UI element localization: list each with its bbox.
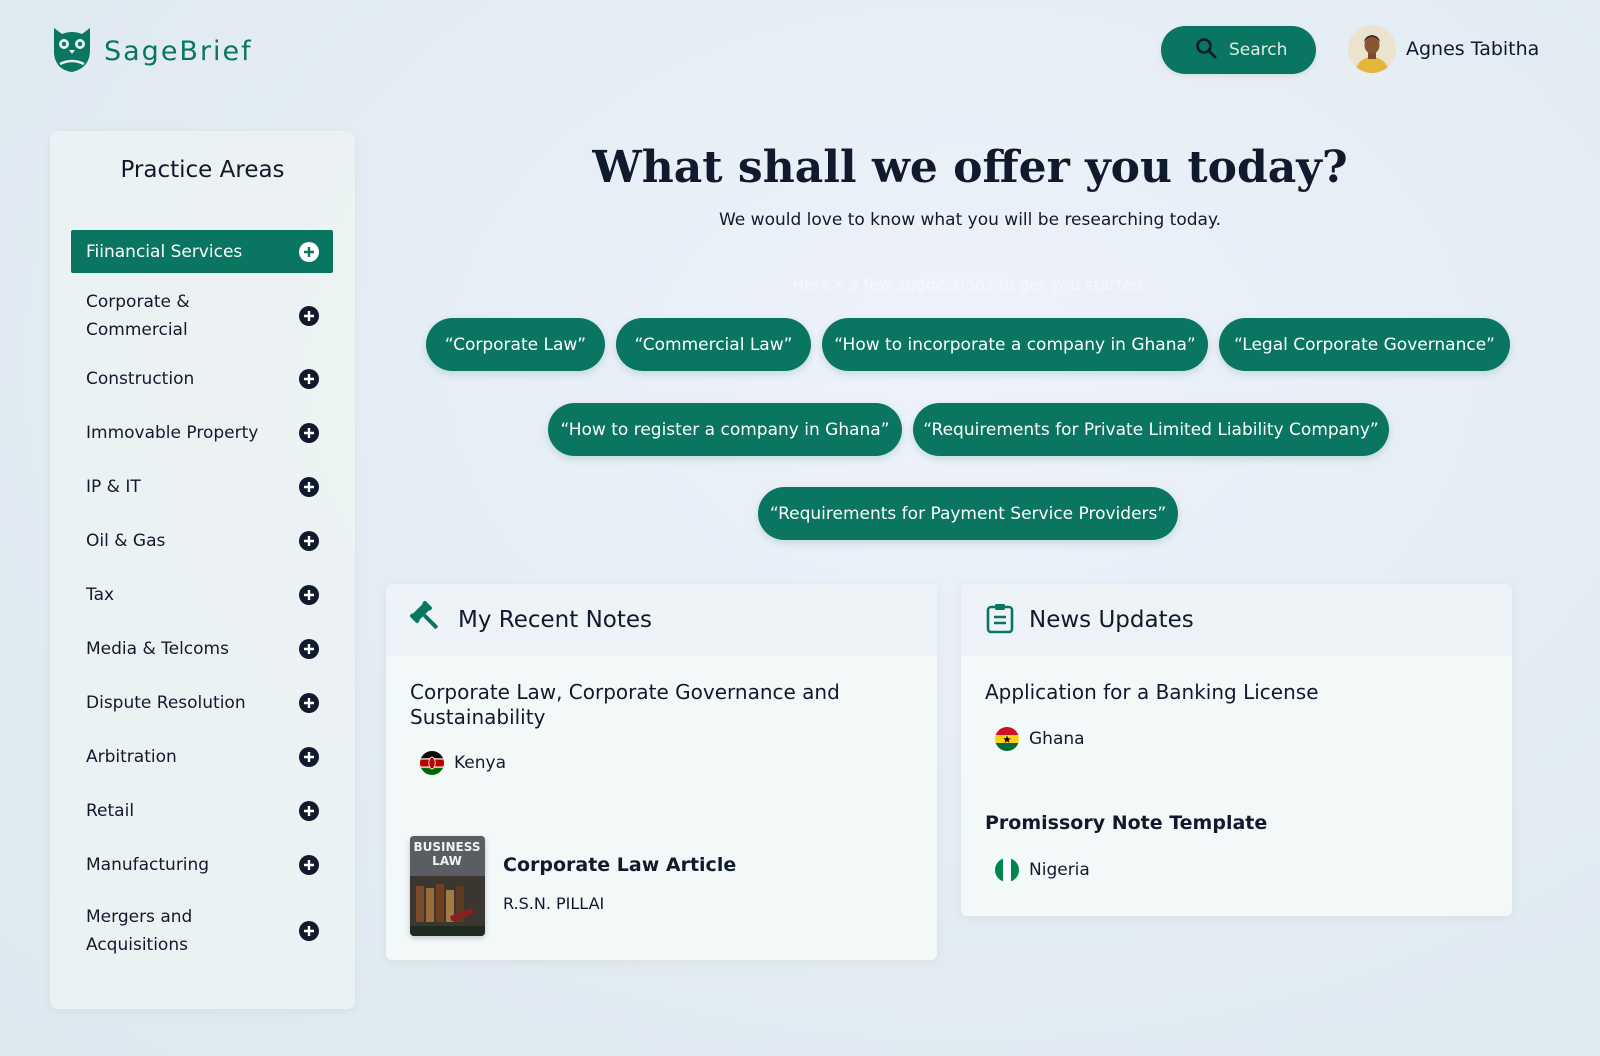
- country-label: Nigeria: [1029, 860, 1090, 880]
- sidebar-item-label: Retail: [86, 801, 135, 821]
- suggestion-chip[interactable]: “How to register a company in Ghana”: [548, 403, 902, 456]
- article-author: R.S.N. PILLAI: [503, 894, 605, 913]
- note-country: Kenya: [420, 751, 506, 775]
- practice-areas-panel: Practice Areas Fiinancial Services Corpo…: [50, 131, 355, 1009]
- sidebar-item-label: Oil & Gas: [86, 531, 166, 551]
- sidebar-item-immovable-property[interactable]: Immovable Property: [71, 419, 333, 447]
- sidebar-item-corporate-commercial[interactable]: Corporate & Commercial: [71, 288, 333, 344]
- owl-logo-icon: [50, 24, 94, 78]
- book-cover-word: BUSINESS: [414, 840, 481, 854]
- recent-notes-card: My Recent Notes Corporate Law, Corporate…: [386, 584, 937, 960]
- sidebar-item-label: Dispute Resolution: [86, 693, 246, 713]
- news-item-title[interactable]: Promissory Note Template: [985, 812, 1267, 834]
- country-label: Ghana: [1029, 729, 1085, 749]
- sidebar-item-label: Mergers and Acquisitions: [86, 907, 193, 955]
- book-cover-image[interactable]: BUSINESS LAW: [410, 836, 485, 936]
- plus-circle-icon[interactable]: [299, 747, 319, 767]
- sidebar-item-retail[interactable]: Retail: [71, 797, 333, 825]
- news-item-title[interactable]: Application for a Banking License: [985, 680, 1425, 705]
- sidebar-item-label: IP & IT: [86, 477, 141, 497]
- note-title[interactable]: Corporate Law, Corporate Governance and …: [410, 680, 850, 730]
- sidebar-item-label: Tax: [86, 585, 115, 605]
- sidebar-item-label: Media & Telcoms: [86, 639, 229, 659]
- plus-circle-icon[interactable]: [299, 423, 319, 443]
- suggestion-chip[interactable]: “Commercial Law”: [616, 318, 811, 371]
- sidebar-item-financial-services[interactable]: Fiinancial Services: [71, 230, 333, 273]
- sidebar-item-arbitration[interactable]: Arbitration: [71, 743, 333, 771]
- user-menu[interactable]: Agnes Tabitha: [1348, 25, 1539, 73]
- news-item-country: Ghana: [995, 727, 1085, 751]
- plus-circle-icon[interactable]: [299, 801, 319, 821]
- ghana-flag-icon: [995, 727, 1019, 751]
- nigeria-flag-icon: [995, 858, 1019, 882]
- sidebar-item-label: Immovable Property: [86, 423, 259, 443]
- brand-logo[interactable]: SageBrief: [50, 24, 253, 78]
- search-label: Search: [1229, 40, 1288, 60]
- suggestion-chip[interactable]: “How to incorporate a company in Ghana”: [822, 318, 1208, 371]
- gavel-icon: [409, 600, 444, 639]
- book-cover-word: LAW: [432, 854, 462, 868]
- search-button[interactable]: Search: [1161, 26, 1316, 74]
- practice-areas-title: Practice Areas: [120, 157, 285, 183]
- news-item-country: Nigeria: [995, 858, 1090, 882]
- suggestion-chip[interactable]: “Legal Corporate Governance”: [1219, 318, 1510, 371]
- news-updates-title: News Updates: [1029, 607, 1194, 633]
- sidebar-item-construction[interactable]: Construction: [71, 365, 333, 393]
- suggestion-chip[interactable]: “Requirements for Payment Service Provid…: [758, 487, 1178, 540]
- plus-circle-icon[interactable]: [299, 241, 319, 262]
- plus-circle-icon[interactable]: [299, 306, 319, 326]
- sidebar-item-tax[interactable]: Tax: [71, 581, 333, 609]
- page-title: What shall we offer you today?: [592, 142, 1348, 193]
- sidebar-item-media-telcoms[interactable]: Media & Telcoms: [71, 635, 333, 663]
- sidebar-item-manufacturing[interactable]: Manufacturing: [71, 851, 333, 879]
- sidebar-item-label: Arbitration: [86, 747, 177, 767]
- clipboard-list-icon: [985, 602, 1015, 638]
- recent-notes-header: My Recent Notes: [386, 584, 937, 656]
- search-icon: [1195, 37, 1217, 64]
- avatar[interactable]: [1348, 25, 1396, 73]
- plus-circle-icon[interactable]: [299, 585, 319, 605]
- sidebar-item-label: Construction: [86, 369, 195, 389]
- plus-circle-icon[interactable]: [299, 855, 319, 875]
- plus-circle-icon[interactable]: [299, 921, 319, 941]
- sidebar-item-mergers-acquisitions[interactable]: Mergers and Acquisitions: [71, 903, 333, 959]
- plus-circle-icon[interactable]: [299, 477, 319, 497]
- sidebar-item-ip-it[interactable]: IP & IT: [71, 473, 333, 501]
- brand-name: SageBrief: [104, 35, 253, 67]
- user-name: Agnes Tabitha: [1406, 38, 1540, 60]
- recent-notes-title: My Recent Notes: [458, 607, 652, 633]
- news-updates-card: News Updates Application for a Banking L…: [961, 584, 1512, 916]
- plus-circle-icon[interactable]: [299, 693, 319, 713]
- article-title[interactable]: Corporate Law Article: [503, 854, 736, 876]
- suggestion-chip[interactable]: “Corporate Law”: [426, 318, 605, 371]
- sidebar-item-label: Manufacturing: [86, 855, 210, 875]
- plus-circle-icon[interactable]: [299, 639, 319, 659]
- page-subtitle: We would love to know what you will be r…: [718, 210, 1221, 230]
- sidebar-item-label: Fiinancial Services: [86, 241, 243, 262]
- sidebar-item-label: Corporate & Commercial: [86, 292, 190, 340]
- plus-circle-icon[interactable]: [299, 369, 319, 389]
- news-updates-header: News Updates: [961, 584, 1512, 656]
- sidebar-item-dispute-resolution[interactable]: Dispute Resolution: [71, 689, 333, 717]
- country-label: Kenya: [454, 753, 507, 773]
- suggestions-hint: Here’s a few suggestions to get you star…: [792, 275, 1148, 294]
- sidebar-item-oil-gas[interactable]: Oil & Gas: [71, 527, 333, 555]
- plus-circle-icon[interactable]: [299, 531, 319, 551]
- suggestion-chip[interactable]: “Requirements for Private Limited Liabil…: [913, 403, 1389, 456]
- kenya-flag-icon: [420, 751, 444, 775]
